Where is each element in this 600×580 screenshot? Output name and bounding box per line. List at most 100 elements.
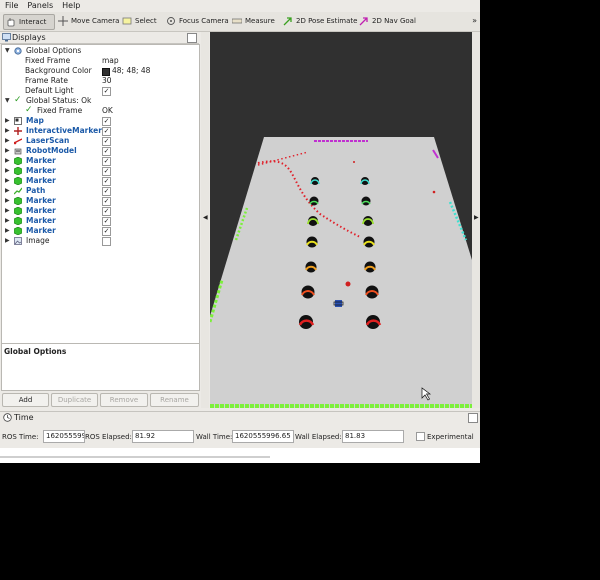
hand-icon bbox=[6, 17, 16, 27]
marker-icon bbox=[14, 207, 22, 215]
robot-model-icon bbox=[14, 148, 22, 155]
robot-model-checkbox[interactable]: ✓ bbox=[102, 147, 111, 156]
scene-canvas[interactable] bbox=[210, 32, 472, 408]
map-checkbox[interactable]: ✓ bbox=[102, 117, 111, 126]
tree-row-interactive-markers[interactable]: ▶ InteractiveMarkers ✓ bbox=[2, 126, 199, 136]
marker-checkbox[interactable]: ✓ bbox=[102, 177, 111, 186]
left-splitter[interactable]: ◀ bbox=[201, 32, 209, 408]
tree-row-marker[interactable]: ▶ Marker ✓ bbox=[2, 196, 199, 206]
wall-elapsed-field[interactable]: 81.83 bbox=[342, 430, 404, 443]
menu-bar: File Panels Help bbox=[0, 0, 480, 12]
check-icon: ✓ bbox=[14, 95, 22, 105]
interactive-markers-icon bbox=[14, 127, 22, 135]
floor-plane bbox=[210, 137, 472, 408]
duplicate-button[interactable]: Duplicate bbox=[51, 393, 98, 407]
wall-time-field[interactable]: 1620555996.65 bbox=[232, 430, 294, 443]
tree-row-marker[interactable]: ▶ Marker ✓ bbox=[2, 166, 199, 176]
displays-button-row: Add Duplicate Remove Rename bbox=[0, 393, 200, 407]
right-splitter[interactable]: ▶ bbox=[472, 32, 480, 408]
marker-icon bbox=[14, 197, 22, 205]
tree-row-image[interactable]: ▶ Image bbox=[2, 236, 199, 246]
marker-icon bbox=[14, 227, 22, 235]
menu-help[interactable]: Help bbox=[57, 0, 84, 10]
remove-button[interactable]: Remove bbox=[100, 393, 148, 407]
rviz-window: File Panels Help Interact Move Camera Sele… bbox=[0, 0, 480, 463]
magenta-arrow-icon bbox=[359, 16, 369, 26]
marker-checkbox[interactable]: ✓ bbox=[102, 207, 111, 216]
ros-elapsed-field[interactable]: 81.92 bbox=[132, 430, 194, 443]
time-undock-button[interactable] bbox=[468, 413, 478, 423]
add-button[interactable]: Add bbox=[2, 393, 49, 407]
render-viewport[interactable] bbox=[210, 32, 472, 408]
tool-interact[interactable]: Interact bbox=[3, 14, 55, 30]
tool-select[interactable]: Select bbox=[120, 14, 157, 28]
tree-row-marker[interactable]: ▶ Marker ✓ bbox=[2, 206, 199, 216]
marker-checkbox[interactable]: ✓ bbox=[102, 217, 111, 226]
tree-row-frame-rate[interactable]: Frame Rate 30 bbox=[2, 76, 199, 86]
toolbar: Interact Move Camera Select Focus Camera… bbox=[0, 12, 480, 32]
check-icon: ✓ bbox=[25, 105, 33, 115]
tree-row-fixed-frame[interactable]: Fixed Frame map bbox=[2, 56, 199, 66]
tree-row-path[interactable]: ▶ Path ✓ bbox=[2, 186, 199, 196]
tree-row-marker[interactable]: ▶ Marker ✓ bbox=[2, 156, 199, 166]
stray-marker bbox=[432, 190, 436, 194]
interactive-markers-checkbox[interactable]: ✓ bbox=[102, 127, 111, 136]
default-light-checkbox[interactable]: ✓ bbox=[102, 87, 111, 96]
tool-2d-pose-estimate[interactable]: 2D Pose Estimate bbox=[281, 14, 357, 28]
displays-title-bar: Displays bbox=[0, 32, 199, 44]
ruler-icon bbox=[231, 16, 243, 26]
tree-row-marker[interactable]: ▶ Marker ✓ bbox=[2, 176, 199, 186]
marker-icon bbox=[14, 177, 22, 185]
image-icon bbox=[14, 237, 22, 245]
marker-icon bbox=[14, 217, 22, 225]
gear-icon bbox=[14, 47, 22, 55]
marker-checkbox[interactable]: ✓ bbox=[102, 167, 111, 176]
time-panel-title: Time bbox=[0, 411, 480, 424]
displays-tree: ▼ Global Options Fixed Frame map Backgro… bbox=[1, 44, 200, 344]
stray-marker bbox=[353, 161, 355, 163]
tree-row-map[interactable]: ▶ Map ✓ bbox=[2, 116, 199, 126]
marker-checkbox[interactable]: ✓ bbox=[102, 197, 111, 206]
tool-move-camera[interactable]: Move Camera bbox=[56, 14, 119, 28]
tree-row-status-fixed-frame[interactable]: ✓ Fixed Frame OK bbox=[2, 105, 199, 116]
rename-button[interactable]: Rename bbox=[150, 393, 199, 407]
path-icon bbox=[14, 187, 22, 195]
tree-row-laser-scan[interactable]: ▶ LaserScan ✓ bbox=[2, 136, 199, 146]
experimental-checkbox[interactable] bbox=[416, 432, 425, 441]
tree-row-background-color[interactable]: Background Color 48; 48; 48 bbox=[2, 66, 199, 76]
tree-row-robot-model[interactable]: ▶ RobotModel ✓ bbox=[2, 146, 199, 156]
ros-time-field[interactable]: 1620555996.62 bbox=[43, 430, 85, 443]
image-checkbox[interactable] bbox=[102, 237, 111, 246]
collapse-left-icon[interactable]: ◀ bbox=[203, 214, 208, 221]
robot-model[interactable] bbox=[335, 300, 342, 307]
clock-icon bbox=[3, 413, 12, 422]
monitor-icon bbox=[2, 33, 11, 42]
marker-icon bbox=[14, 167, 22, 175]
marker-checkbox[interactable]: ✓ bbox=[102, 157, 111, 166]
undock-button[interactable] bbox=[187, 33, 197, 43]
tree-row-marker[interactable]: ▶ Marker ✓ bbox=[2, 216, 199, 226]
tool-2d-nav-goal[interactable]: 2D Nav Goal bbox=[357, 14, 416, 28]
laser-scan-checkbox[interactable]: ✓ bbox=[102, 137, 111, 146]
focus-camera-icon bbox=[166, 16, 176, 26]
marker-icon bbox=[14, 157, 22, 165]
description-panel: Global Options bbox=[1, 343, 200, 391]
marker-checkbox[interactable]: ✓ bbox=[102, 227, 111, 236]
menu-file[interactable]: File bbox=[0, 0, 22, 10]
move-camera-icon bbox=[58, 16, 68, 26]
collapse-right-icon[interactable]: ▶ bbox=[474, 214, 479, 221]
map-icon bbox=[14, 117, 22, 125]
goal-marker bbox=[345, 281, 351, 287]
tree-row-global-options[interactable]: ▼ Global Options bbox=[2, 46, 199, 56]
tool-measure[interactable]: Measure bbox=[230, 14, 275, 28]
toolbar-more-button[interactable]: » bbox=[472, 16, 477, 25]
path-checkbox[interactable]: ✓ bbox=[102, 187, 111, 196]
tree-row-marker[interactable]: ▶ Marker ✓ bbox=[2, 226, 199, 236]
time-row: ROS Time: 1620555996.62 ROS Elapsed: 81.… bbox=[2, 430, 474, 443]
tool-focus-camera[interactable]: Focus Camera bbox=[164, 14, 229, 28]
color-swatch[interactable] bbox=[102, 68, 110, 76]
menu-panels[interactable]: Panels bbox=[22, 0, 57, 10]
tree-row-default-light[interactable]: Default Light ✓ bbox=[2, 86, 199, 96]
displays-panel: Displays ▼ Global Options Fixed Frame ma… bbox=[0, 32, 200, 408]
laser-scan-icon bbox=[14, 138, 22, 145]
